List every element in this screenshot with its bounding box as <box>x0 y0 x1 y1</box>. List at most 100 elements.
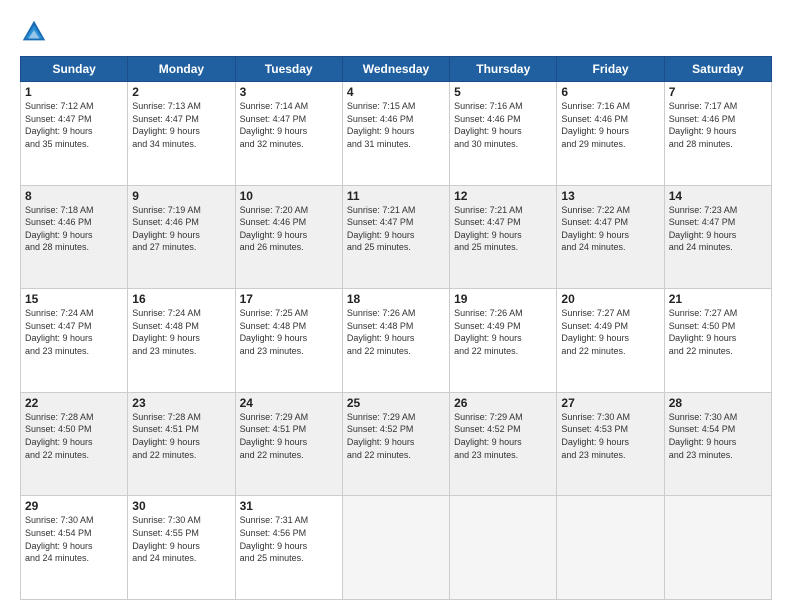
day-number: 5 <box>454 85 552 99</box>
weekday-header-saturday: Saturday <box>664 57 771 82</box>
day-cell: 27Sunrise: 7:30 AMSunset: 4:53 PMDayligh… <box>557 392 664 496</box>
week-row-2: 8Sunrise: 7:18 AMSunset: 4:46 PMDaylight… <box>21 185 772 289</box>
day-cell: 12Sunrise: 7:21 AMSunset: 4:47 PMDayligh… <box>450 185 557 289</box>
day-info: Sunrise: 7:15 AMSunset: 4:46 PMDaylight:… <box>347 100 445 150</box>
day-cell: 11Sunrise: 7:21 AMSunset: 4:47 PMDayligh… <box>342 185 449 289</box>
day-number: 7 <box>669 85 767 99</box>
day-info: Sunrise: 7:28 AMSunset: 4:50 PMDaylight:… <box>25 411 123 461</box>
header <box>20 18 772 46</box>
day-number: 14 <box>669 189 767 203</box>
day-cell: 4Sunrise: 7:15 AMSunset: 4:46 PMDaylight… <box>342 82 449 186</box>
week-row-4: 22Sunrise: 7:28 AMSunset: 4:50 PMDayligh… <box>21 392 772 496</box>
day-number: 10 <box>240 189 338 203</box>
weekday-header-row: SundayMondayTuesdayWednesdayThursdayFrid… <box>21 57 772 82</box>
day-info: Sunrise: 7:28 AMSunset: 4:51 PMDaylight:… <box>132 411 230 461</box>
weekday-header-wednesday: Wednesday <box>342 57 449 82</box>
day-info: Sunrise: 7:18 AMSunset: 4:46 PMDaylight:… <box>25 204 123 254</box>
day-number: 21 <box>669 292 767 306</box>
day-cell: 23Sunrise: 7:28 AMSunset: 4:51 PMDayligh… <box>128 392 235 496</box>
day-info: Sunrise: 7:16 AMSunset: 4:46 PMDaylight:… <box>454 100 552 150</box>
calendar-table: SundayMondayTuesdayWednesdayThursdayFrid… <box>20 56 772 600</box>
day-number: 9 <box>132 189 230 203</box>
day-info: Sunrise: 7:27 AMSunset: 4:49 PMDaylight:… <box>561 307 659 357</box>
day-cell: 30Sunrise: 7:30 AMSunset: 4:55 PMDayligh… <box>128 496 235 600</box>
day-cell: 6Sunrise: 7:16 AMSunset: 4:46 PMDaylight… <box>557 82 664 186</box>
day-cell: 9Sunrise: 7:19 AMSunset: 4:46 PMDaylight… <box>128 185 235 289</box>
day-number: 11 <box>347 189 445 203</box>
day-cell: 17Sunrise: 7:25 AMSunset: 4:48 PMDayligh… <box>235 289 342 393</box>
day-number: 28 <box>669 396 767 410</box>
day-cell: 2Sunrise: 7:13 AMSunset: 4:47 PMDaylight… <box>128 82 235 186</box>
day-info: Sunrise: 7:30 AMSunset: 4:53 PMDaylight:… <box>561 411 659 461</box>
day-info: Sunrise: 7:29 AMSunset: 4:51 PMDaylight:… <box>240 411 338 461</box>
day-info: Sunrise: 7:30 AMSunset: 4:54 PMDaylight:… <box>669 411 767 461</box>
day-cell: 15Sunrise: 7:24 AMSunset: 4:47 PMDayligh… <box>21 289 128 393</box>
week-row-5: 29Sunrise: 7:30 AMSunset: 4:54 PMDayligh… <box>21 496 772 600</box>
day-cell <box>664 496 771 600</box>
day-number: 20 <box>561 292 659 306</box>
weekday-header-sunday: Sunday <box>21 57 128 82</box>
day-info: Sunrise: 7:26 AMSunset: 4:49 PMDaylight:… <box>454 307 552 357</box>
day-cell: 16Sunrise: 7:24 AMSunset: 4:48 PMDayligh… <box>128 289 235 393</box>
day-cell: 28Sunrise: 7:30 AMSunset: 4:54 PMDayligh… <box>664 392 771 496</box>
day-number: 17 <box>240 292 338 306</box>
day-number: 8 <box>25 189 123 203</box>
day-cell <box>342 496 449 600</box>
day-number: 1 <box>25 85 123 99</box>
week-row-3: 15Sunrise: 7:24 AMSunset: 4:47 PMDayligh… <box>21 289 772 393</box>
day-cell <box>557 496 664 600</box>
day-number: 4 <box>347 85 445 99</box>
day-info: Sunrise: 7:16 AMSunset: 4:46 PMDaylight:… <box>561 100 659 150</box>
day-info: Sunrise: 7:17 AMSunset: 4:46 PMDaylight:… <box>669 100 767 150</box>
week-row-1: 1Sunrise: 7:12 AMSunset: 4:47 PMDaylight… <box>21 82 772 186</box>
day-info: Sunrise: 7:20 AMSunset: 4:46 PMDaylight:… <box>240 204 338 254</box>
day-cell: 14Sunrise: 7:23 AMSunset: 4:47 PMDayligh… <box>664 185 771 289</box>
day-info: Sunrise: 7:30 AMSunset: 4:55 PMDaylight:… <box>132 514 230 564</box>
day-cell <box>450 496 557 600</box>
day-number: 23 <box>132 396 230 410</box>
day-cell: 13Sunrise: 7:22 AMSunset: 4:47 PMDayligh… <box>557 185 664 289</box>
day-info: Sunrise: 7:27 AMSunset: 4:50 PMDaylight:… <box>669 307 767 357</box>
day-cell: 3Sunrise: 7:14 AMSunset: 4:47 PMDaylight… <box>235 82 342 186</box>
day-cell: 19Sunrise: 7:26 AMSunset: 4:49 PMDayligh… <box>450 289 557 393</box>
day-number: 2 <box>132 85 230 99</box>
day-number: 3 <box>240 85 338 99</box>
day-cell: 26Sunrise: 7:29 AMSunset: 4:52 PMDayligh… <box>450 392 557 496</box>
day-info: Sunrise: 7:24 AMSunset: 4:48 PMDaylight:… <box>132 307 230 357</box>
day-info: Sunrise: 7:31 AMSunset: 4:56 PMDaylight:… <box>240 514 338 564</box>
day-cell: 5Sunrise: 7:16 AMSunset: 4:46 PMDaylight… <box>450 82 557 186</box>
day-number: 6 <box>561 85 659 99</box>
day-info: Sunrise: 7:22 AMSunset: 4:47 PMDaylight:… <box>561 204 659 254</box>
day-cell: 7Sunrise: 7:17 AMSunset: 4:46 PMDaylight… <box>664 82 771 186</box>
day-cell: 10Sunrise: 7:20 AMSunset: 4:46 PMDayligh… <box>235 185 342 289</box>
weekday-header-monday: Monday <box>128 57 235 82</box>
day-info: Sunrise: 7:21 AMSunset: 4:47 PMDaylight:… <box>454 204 552 254</box>
day-number: 31 <box>240 499 338 513</box>
page: SundayMondayTuesdayWednesdayThursdayFrid… <box>0 0 792 612</box>
day-number: 13 <box>561 189 659 203</box>
day-info: Sunrise: 7:30 AMSunset: 4:54 PMDaylight:… <box>25 514 123 564</box>
day-info: Sunrise: 7:19 AMSunset: 4:46 PMDaylight:… <box>132 204 230 254</box>
logo-icon <box>20 18 48 46</box>
day-info: Sunrise: 7:12 AMSunset: 4:47 PMDaylight:… <box>25 100 123 150</box>
day-info: Sunrise: 7:29 AMSunset: 4:52 PMDaylight:… <box>347 411 445 461</box>
day-cell: 18Sunrise: 7:26 AMSunset: 4:48 PMDayligh… <box>342 289 449 393</box>
day-number: 22 <box>25 396 123 410</box>
day-number: 15 <box>25 292 123 306</box>
day-number: 30 <box>132 499 230 513</box>
day-cell: 22Sunrise: 7:28 AMSunset: 4:50 PMDayligh… <box>21 392 128 496</box>
day-number: 29 <box>25 499 123 513</box>
day-cell: 25Sunrise: 7:29 AMSunset: 4:52 PMDayligh… <box>342 392 449 496</box>
day-cell: 29Sunrise: 7:30 AMSunset: 4:54 PMDayligh… <box>21 496 128 600</box>
day-cell: 31Sunrise: 7:31 AMSunset: 4:56 PMDayligh… <box>235 496 342 600</box>
day-cell: 1Sunrise: 7:12 AMSunset: 4:47 PMDaylight… <box>21 82 128 186</box>
day-info: Sunrise: 7:13 AMSunset: 4:47 PMDaylight:… <box>132 100 230 150</box>
day-number: 26 <box>454 396 552 410</box>
day-info: Sunrise: 7:14 AMSunset: 4:47 PMDaylight:… <box>240 100 338 150</box>
day-cell: 8Sunrise: 7:18 AMSunset: 4:46 PMDaylight… <box>21 185 128 289</box>
day-info: Sunrise: 7:24 AMSunset: 4:47 PMDaylight:… <box>25 307 123 357</box>
day-info: Sunrise: 7:26 AMSunset: 4:48 PMDaylight:… <box>347 307 445 357</box>
day-number: 19 <box>454 292 552 306</box>
day-info: Sunrise: 7:29 AMSunset: 4:52 PMDaylight:… <box>454 411 552 461</box>
day-number: 12 <box>454 189 552 203</box>
